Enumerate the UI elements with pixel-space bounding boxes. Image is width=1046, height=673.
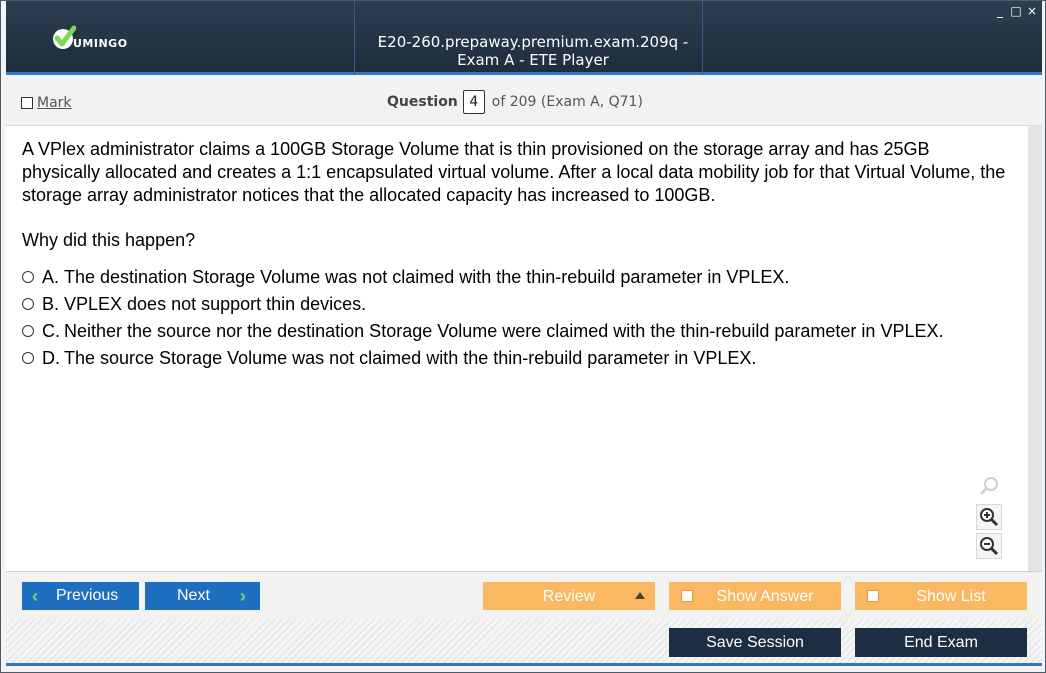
show-list-button[interactable]: Show List	[855, 582, 1027, 610]
end-exam-button[interactable]: End Exam	[855, 628, 1027, 657]
answer-text: Neither the source nor the destination S…	[64, 321, 944, 341]
question-count: of 209 (Exam A, Q71)	[491, 94, 643, 110]
answer-text: The source Storage Volume was not claime…	[64, 348, 757, 368]
answer-text: The destination Storage Volume was not c…	[64, 267, 790, 287]
next-button[interactable]: Next ›	[145, 582, 260, 610]
next-label: Next	[177, 587, 210, 604]
previous-button[interactable]: ‹ Previous	[22, 582, 139, 610]
answer-option-b[interactable]: B. VPLEX does not support thin devices.	[22, 293, 1012, 316]
mark-label: Mark	[37, 95, 72, 111]
mark-checkbox[interactable]: Mark	[21, 95, 72, 111]
answer-radio[interactable]	[22, 352, 34, 364]
button-bar: ‹ Previous Next › Review Show Answer Sho…	[6, 571, 1042, 619]
answer-radio[interactable]	[22, 298, 34, 310]
previous-label: Previous	[56, 587, 119, 604]
answer-radio[interactable]	[22, 325, 34, 337]
review-label: Review	[542, 588, 596, 605]
question-content: A VPlex administrator claims a 100GB Sto…	[6, 126, 1028, 571]
chevron-right-icon: ›	[239, 585, 246, 606]
mark-checkbox-box[interactable]	[21, 97, 33, 109]
show-answer-label: Show Answer	[716, 588, 814, 605]
app-window: UMINGO E20-260.prepaway.premium.exam.209…	[0, 0, 1046, 673]
vertical-scrollbar[interactable]	[1028, 126, 1042, 571]
close-button[interactable]: ×	[1026, 4, 1038, 18]
triangle-up-icon	[635, 592, 645, 599]
answer-letter: B.	[42, 294, 60, 314]
answer-list: A. The destination Storage Volume was no…	[22, 266, 1012, 374]
search-icon[interactable]	[976, 473, 1002, 499]
question-header: Mark Question 4 of 209 (Exam A, Q71)	[6, 78, 1042, 126]
answer-option-a[interactable]: A. The destination Storage Volume was no…	[22, 266, 1012, 289]
review-button[interactable]: Review	[483, 582, 655, 610]
title-separator	[354, 1, 355, 75]
question-label: Question	[387, 94, 458, 110]
zoom-in-icon[interactable]	[976, 504, 1002, 530]
window-title: E20-260.prepaway.premium.exam.209q - Exa…	[377, 33, 689, 69]
chevron-left-icon: ‹	[32, 585, 38, 606]
question-prompt: Why did this happen?	[22, 230, 196, 250]
question-navigator: Question 4 of 209 (Exam A, Q71)	[387, 90, 643, 114]
minimize-button[interactable]: _	[994, 4, 1006, 18]
answer-radio[interactable]	[22, 271, 34, 283]
answer-letter: A.	[42, 267, 60, 287]
answer-option-d[interactable]: D. The source Storage Volume was not cla…	[22, 347, 1012, 370]
save-session-button[interactable]: Save Session	[669, 628, 841, 657]
logo-text: UMINGO	[73, 37, 128, 50]
question-number-input[interactable]: 4	[462, 90, 485, 114]
answer-option-c[interactable]: C. Neither the source nor the destinatio…	[22, 320, 1012, 343]
show-list-label: Show List	[916, 588, 986, 605]
zoom-out-icon[interactable]	[976, 533, 1002, 559]
answer-text: VPLEX does not support thin devices.	[64, 294, 367, 314]
show-answer-button[interactable]: Show Answer	[669, 582, 841, 610]
window-controls: _ □ ×	[994, 4, 1038, 18]
answer-letter: D.	[42, 348, 60, 368]
app-logo: UMINGO	[52, 25, 152, 55]
title-bar: UMINGO E20-260.prepaway.premium.exam.209…	[6, 1, 1042, 75]
bottom-bar: Save Session End Exam	[6, 619, 1042, 666]
question-text: A VPlex administrator claims a 100GB Sto…	[22, 139, 1006, 205]
maximize-button[interactable]: □	[1010, 4, 1022, 18]
answer-letter: C.	[42, 321, 60, 341]
